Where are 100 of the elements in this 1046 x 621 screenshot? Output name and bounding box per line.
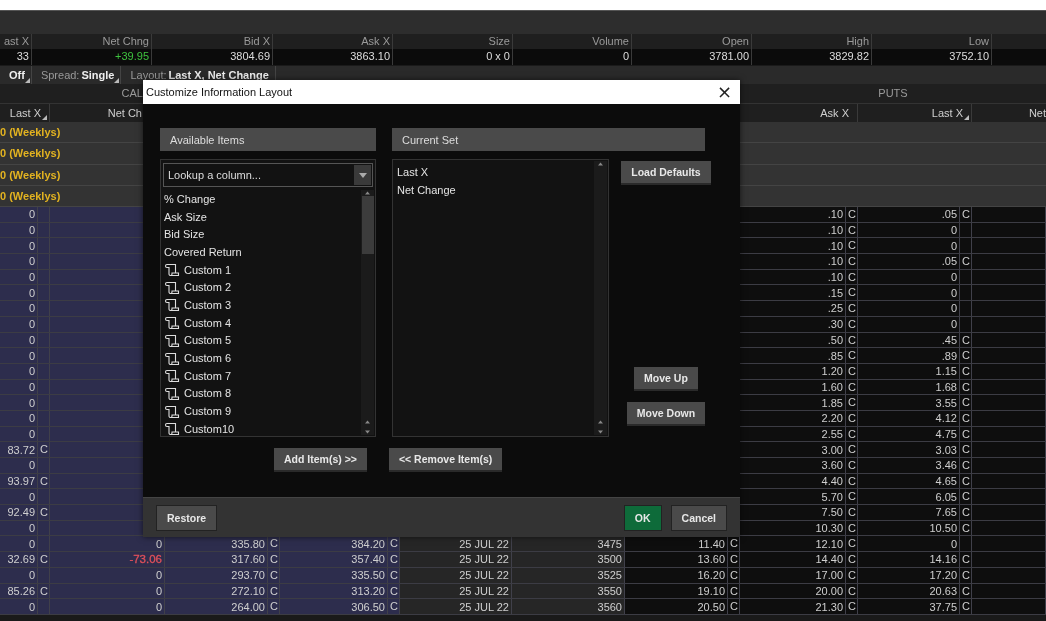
cell-flag: C <box>959 426 971 442</box>
list-item[interactable]: Custom 8 <box>164 384 375 403</box>
cell-flag: C <box>727 567 739 583</box>
calls-label: CAL <box>121 87 143 99</box>
script-icon <box>164 404 180 418</box>
table-cell-text: 25 JUL 22 <box>459 583 510 598</box>
table-cell-text: 306.50 <box>351 599 386 614</box>
cell-flag: C <box>727 552 739 567</box>
list-item[interactable]: Custom 6 <box>164 349 375 367</box>
table-cell-text: .10 <box>827 254 844 269</box>
script-icon <box>164 422 180 436</box>
table-cell-text: 264.00 <box>231 599 266 614</box>
list-item[interactable]: Custom 1 <box>164 260 375 279</box>
cell-flag: C <box>387 552 399 567</box>
restore-button[interactable]: Restore <box>156 504 218 531</box>
scroll-up-icon[interactable] <box>597 161 604 167</box>
column-header[interactable]: Net <box>1028 106 1046 121</box>
list-item[interactable]: Ask Size <box>164 207 375 226</box>
cell-flag: C <box>959 363 971 379</box>
lookup-field[interactable]: Lookup a column... <box>163 163 373 187</box>
cancel-button[interactable]: Cancel <box>670 504 727 531</box>
list-item[interactable]: Custom10 <box>164 419 375 438</box>
dropdown-button[interactable] <box>354 165 371 185</box>
cell-flag: C <box>845 222 857 238</box>
table-cell-text: 357.40 <box>351 552 386 567</box>
remove-items-button[interactable]: << Remove Item(s) <box>388 448 503 472</box>
table-cell-text: 17.20 <box>929 568 958 583</box>
table-cell-text: 20.50 <box>697 599 726 614</box>
add-items-button[interactable]: Add Item(s) >> <box>274 448 367 472</box>
table-cell-text: 0 <box>155 536 163 551</box>
cell-flag: C <box>845 285 857 301</box>
cell-flag: C <box>959 442 971 457</box>
list-item[interactable]: Last X <box>397 163 608 181</box>
cell-flag: C <box>845 332 857 348</box>
list-item[interactable]: Custom 4 <box>164 313 375 332</box>
column-header[interactable]: Ask X <box>820 106 849 121</box>
cell-flag: C <box>959 207 971 222</box>
cell-flag: C <box>845 583 857 599</box>
script-icon <box>164 316 180 330</box>
scrollbar[interactable] <box>594 161 607 435</box>
series-label: 0 (Weeklys) <box>0 168 61 181</box>
table-cell-text: 0 <box>28 285 36 300</box>
list-item[interactable]: Net Change <box>397 180 608 199</box>
cell-flag: C <box>845 207 857 222</box>
table-cell-text: 317.60 <box>231 552 266 567</box>
table-cell-text: 313.20 <box>351 583 386 598</box>
cell-flag: C <box>845 458 857 473</box>
move-down-button[interactable]: Move Down <box>626 402 706 426</box>
column-header[interactable]: Last X <box>931 106 970 121</box>
table-cell-text: .25 <box>827 301 844 316</box>
table-cell-text: 1.60 <box>821 379 844 394</box>
cell-flag: C <box>845 348 857 363</box>
scroll-down-icon[interactable] <box>597 429 604 435</box>
table-cell-text: 0 <box>950 238 958 253</box>
corner-caret-icon[interactable] <box>964 115 969 120</box>
table-cell-text: 3.03 <box>935 442 958 457</box>
load-defaults-button[interactable]: Load Defaults <box>621 161 711 185</box>
table-cell-text: 19.10 <box>697 583 726 598</box>
table-cell-text: 0 <box>28 238 36 253</box>
list-item[interactable]: Custom 5 <box>164 331 375 350</box>
cell-flag: C <box>845 254 857 269</box>
list-item[interactable]: Covered Return <box>164 243 375 261</box>
scroll-thumb[interactable] <box>361 196 374 254</box>
cell-flag: C <box>845 316 857 332</box>
scrollbar[interactable] <box>361 190 374 435</box>
cell-flag: C <box>959 458 971 473</box>
cell-flag: C <box>845 379 857 395</box>
table-cell-text: 0 <box>28 254 36 269</box>
list-item[interactable]: Custom 2 <box>164 278 375 297</box>
table-cell-text: 92.49 <box>7 505 36 520</box>
column-header[interactable]: Last X <box>9 106 48 121</box>
close-button[interactable]: × <box>716 83 732 101</box>
table-cell-text: .10 <box>827 207 844 222</box>
table-cell-text: 0 <box>950 301 958 316</box>
ok-button[interactable]: OK <box>623 504 662 531</box>
table-cell-text: .05 <box>941 254 958 269</box>
list-item[interactable]: Custom 3 <box>164 296 375 314</box>
cell-flag: C <box>37 552 49 567</box>
table-cell-text: 0 <box>28 426 36 441</box>
table-cell-text: 21.30 <box>815 599 844 614</box>
scroll-down-icon[interactable] <box>364 429 371 435</box>
table-cell-text: 1.20 <box>821 364 844 379</box>
table-cell-text: 0 <box>28 395 36 410</box>
table-cell-text: 0 <box>155 599 163 614</box>
list-item[interactable]: Custom 7 <box>164 366 375 385</box>
column-header[interactable]: Net Ch <box>107 106 142 121</box>
cell-flag: C <box>959 489 971 505</box>
series-label: 0 (Weeklys) <box>0 189 61 202</box>
list-item[interactable]: % Change <box>164 190 375 208</box>
corner-caret-icon[interactable] <box>42 115 47 120</box>
corner-caret-icon <box>114 78 120 83</box>
table-cell-text: 1.15 <box>935 364 958 379</box>
table-cell-text: .45 <box>941 332 958 347</box>
table-cell-text: 17.00 <box>815 568 844 583</box>
list-item[interactable]: Custom 9 <box>164 402 375 420</box>
table-cell-text: 0 <box>28 270 36 285</box>
move-up-button[interactable]: Move Up <box>634 367 698 391</box>
list-item[interactable]: Bid Size <box>164 225 375 244</box>
table-cell-text: .89 <box>941 348 958 363</box>
cell-flag: C <box>959 583 971 599</box>
